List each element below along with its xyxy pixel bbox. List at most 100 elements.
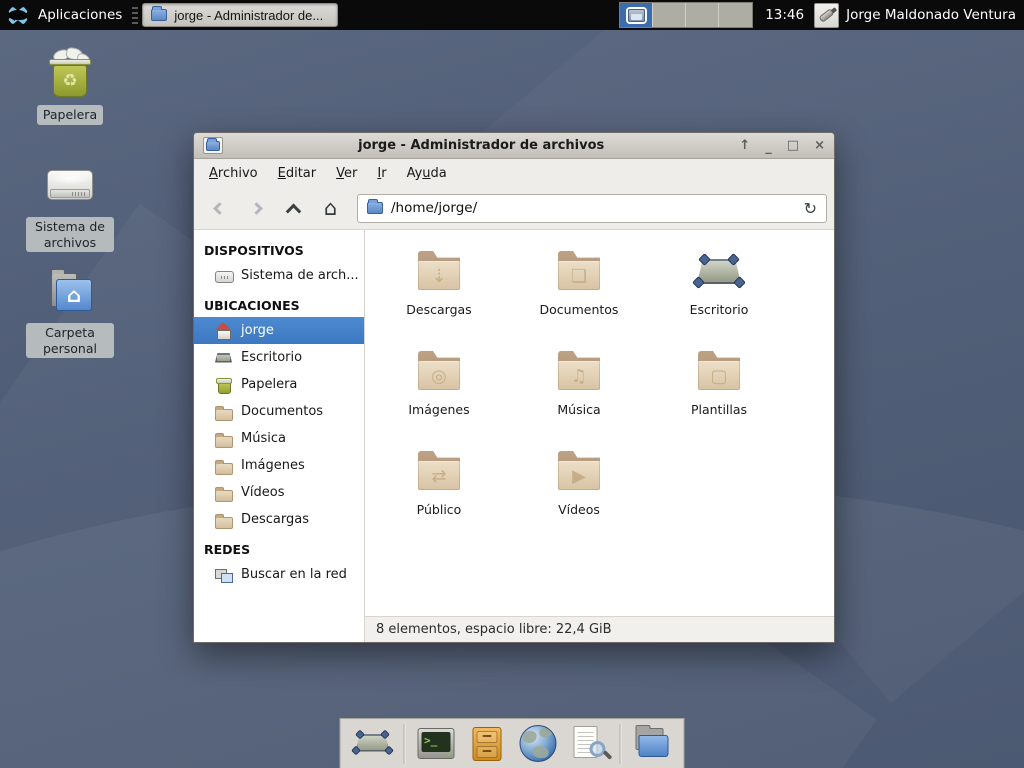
folder-icon (367, 202, 383, 214)
reload-icon[interactable]: ↻ (804, 199, 817, 218)
workspace-1[interactable] (620, 3, 653, 27)
folder-images-icon: ◎ (415, 347, 463, 395)
folder-icon (215, 458, 232, 474)
file-manager-launcher[interactable] (632, 724, 672, 764)
user-action-button[interactable] (814, 3, 839, 28)
house-glyph: ⌂ (67, 283, 81, 307)
close-button[interactable]: × (814, 139, 825, 152)
file-item-musica[interactable]: ♫ Música (509, 342, 649, 442)
applications-menu-button[interactable]: Aplicaciones (0, 0, 132, 30)
drive-icon (46, 162, 94, 210)
folder-music-icon: ♫ (555, 347, 603, 395)
menu-ver[interactable]: Ver (326, 161, 367, 186)
dock-separator (620, 724, 621, 764)
desktop-icon-label: Carpeta personal (26, 323, 114, 358)
file-item-escritorio[interactable]: Escritorio (649, 242, 789, 342)
file-cabinet-launcher[interactable] (467, 724, 507, 764)
sidebar-item-escritorio[interactable]: Escritorio (194, 344, 364, 371)
back-button[interactable] (201, 192, 238, 224)
desktop-icon-filesystem[interactable]: Sistema de archivos (24, 162, 116, 252)
file-item-documentos[interactable]: ❏ Documentos (509, 242, 649, 342)
web-browser-icon (519, 725, 556, 762)
web-browser-launcher[interactable] (518, 724, 558, 764)
toolbar: ⌂ /home/jorge/ ↻ (194, 187, 834, 230)
menu-archivo[interactable]: Archivo (199, 161, 268, 186)
show-desktop-icon (354, 729, 392, 759)
folder-icon (215, 512, 232, 528)
folder-icon (215, 404, 232, 420)
desktop: Aplicaciones jorge - Administrador de...… (0, 0, 1024, 768)
sidebar-item-descargas[interactable]: Descargas (194, 506, 364, 533)
trash-icon: ♻ (46, 48, 94, 98)
window-folder-icon (203, 137, 223, 154)
menubar: Archivo Editar Ver Ir Ayuda (194, 159, 834, 187)
drive-icon (215, 268, 232, 284)
chevron-up-icon (286, 203, 302, 219)
window-controls: ↑ _ □ × (739, 139, 825, 152)
file-item-videos[interactable]: ▶ Vídeos (509, 442, 649, 542)
tasklist-grip[interactable] (132, 6, 138, 24)
sidebar-item-papelera[interactable]: Papelera (194, 371, 364, 398)
trash-icon (215, 377, 232, 393)
search-files-launcher[interactable] (569, 724, 609, 764)
show-desktop-button[interactable] (353, 724, 393, 764)
sidebar-item-filesystem[interactable]: Sistema de arch... (194, 262, 364, 289)
sidebar: DISPOSITIVOS Sistema de arch... UBICACIO… (194, 230, 365, 642)
workspace-4[interactable] (719, 3, 752, 27)
menu-ir[interactable]: Ir (367, 161, 396, 186)
maximize-button[interactable]: □ (787, 139, 799, 152)
document-search-icon (571, 726, 607, 762)
sidebar-item-videos[interactable]: Vídeos (194, 479, 364, 506)
path-bar[interactable]: /home/jorge/ ↻ (357, 194, 827, 223)
desktop-icon-home[interactable]: ⌂ Carpeta personal (24, 268, 116, 358)
sidebar-item-musica[interactable]: Música (194, 425, 364, 452)
home-folder-icon: ⌂ (46, 268, 94, 316)
home-icon (215, 323, 232, 339)
window-title: jorge - Administrador de archivos (231, 138, 731, 153)
file-view-panel: ⇣ Descargas ❏ Documentos Escritorio ◎ Im… (365, 230, 834, 642)
file-item-plantillas[interactable]: ▢ Plantillas (649, 342, 789, 442)
file-manager-window: jorge - Administrador de archivos ↑ _ □ … (193, 132, 835, 643)
folder-templates-icon: ▢ (695, 347, 743, 395)
forward-button[interactable] (238, 192, 275, 224)
folder-documents-icon: ❏ (555, 247, 603, 295)
file-item-descargas[interactable]: ⇣ Descargas (369, 242, 509, 342)
file-item-imagenes[interactable]: ◎ Imágenes (369, 342, 509, 442)
home-button[interactable]: ⌂ (312, 192, 349, 224)
desktop-icon (215, 350, 232, 366)
workspace-2[interactable] (653, 3, 686, 27)
terminal-launcher[interactable]: >_ (416, 724, 456, 764)
workspace-switcher (619, 2, 753, 28)
sidebar-item-network[interactable]: Buscar en la red (194, 561, 364, 588)
applications-menu-label: Aplicaciones (38, 7, 122, 23)
sidebar-item-jorge[interactable]: jorge (194, 317, 364, 344)
file-cabinet-icon (472, 727, 501, 761)
username-label[interactable]: Jorge Maldonado Ventura (846, 7, 1016, 23)
minimize-button[interactable]: _ (765, 141, 772, 154)
sidebar-item-imagenes[interactable]: Imágenes (194, 452, 364, 479)
sidebar-item-documentos[interactable]: Documentos (194, 398, 364, 425)
folder-videos-icon: ▶ (555, 447, 603, 495)
xfce-logo-icon (6, 4, 30, 26)
menu-editar[interactable]: Editar (268, 161, 327, 186)
up-button[interactable] (275, 192, 312, 224)
file-view[interactable]: ⇣ Descargas ❏ Documentos Escritorio ◎ Im… (365, 230, 834, 616)
workspace-3[interactable] (686, 3, 719, 27)
clock[interactable]: 13:46 (765, 7, 804, 23)
shade-button[interactable]: ↑ (739, 139, 750, 152)
menu-ayuda[interactable]: Ayuda (397, 161, 457, 186)
status-bar: 8 elementos, espacio libre: 22,4 GiB (365, 616, 834, 642)
folder-public-icon: ⇄ (415, 447, 463, 495)
desktop-icon-label: Papelera (37, 105, 103, 125)
folder-icon (215, 431, 232, 447)
taskbar-window-button[interactable]: jorge - Administrador de... (142, 3, 338, 27)
desktop-icon-trash[interactable]: ♻ Papelera (24, 48, 116, 125)
sidebar-header-network: REDES (204, 542, 364, 557)
titlebar[interactable]: jorge - Administrador de archivos ↑ _ □ … (194, 133, 834, 159)
chevron-right-icon (250, 202, 263, 215)
home-icon: ⌂ (324, 198, 337, 219)
window-body: DISPOSITIVOS Sistema de arch... UBICACIO… (194, 230, 834, 642)
file-item-publico[interactable]: ⇄ Público (369, 442, 509, 542)
path-text[interactable]: /home/jorge/ (391, 200, 796, 216)
taskbar-window-label: jorge - Administrador de... (174, 8, 323, 23)
